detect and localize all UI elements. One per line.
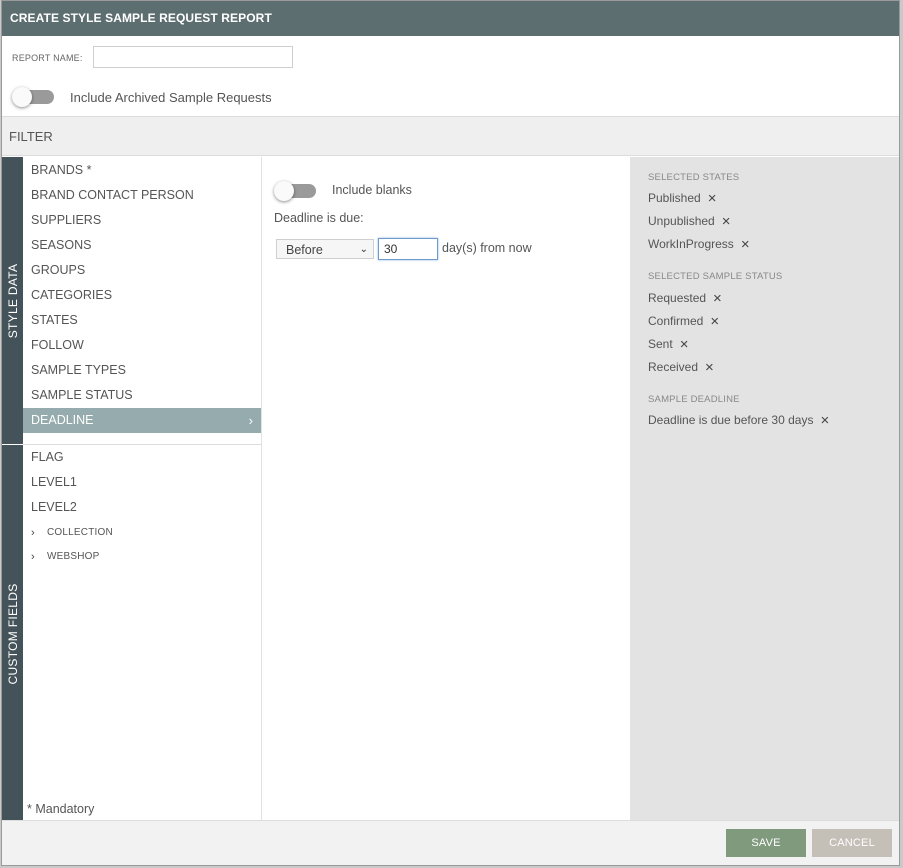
remove-icon[interactable]: × xyxy=(705,360,714,375)
chip-label: Unpublished xyxy=(648,214,715,228)
nav-group-webshop[interactable]: › WEBSHOP xyxy=(23,546,261,568)
mandatory-note: * Mandatory xyxy=(27,802,95,816)
nav-group-webshop-label: WEBSHOP xyxy=(47,551,100,562)
sample-deadline-heading: SAMPLE DEADLINE xyxy=(648,394,740,405)
selected-state-chip: Unpublished × xyxy=(648,214,731,229)
deadline-panel: Include blanks Deadline is due: Before ⌄… xyxy=(262,157,630,823)
nav-item-follow[interactable]: FOLLOW xyxy=(23,333,261,358)
deadline-direction-select[interactable]: Before ⌄ xyxy=(276,239,374,259)
save-button[interactable]: SAVE xyxy=(726,829,806,857)
selected-states-heading: SELECTED STATES xyxy=(648,172,740,183)
nav-item-categories[interactable]: CATEGORIES xyxy=(23,283,261,308)
nav-item-brand-contact-person[interactable]: BRAND CONTACT PERSON xyxy=(23,183,261,208)
report-name-input[interactable] xyxy=(93,46,293,68)
nav-item-groups[interactable]: GROUPS xyxy=(23,258,261,283)
nav-item-deadline-label: DEADLINE xyxy=(31,413,94,427)
nav-item-deadline[interactable]: DEADLINE › xyxy=(23,408,261,433)
chip-label: Received xyxy=(648,360,699,374)
selected-status-chip: Received × xyxy=(648,360,714,375)
chip-label: Sent xyxy=(648,337,673,351)
chevron-right-icon: › xyxy=(31,527,35,539)
tab-style-data[interactable]: STYLE DATA xyxy=(2,157,23,444)
selected-status-chip: Sent × xyxy=(648,337,689,352)
cancel-button[interactable]: CANCEL xyxy=(812,829,892,857)
deadline-days-input[interactable]: 30 xyxy=(378,238,438,260)
chip-label: Deadline is due before 30 days xyxy=(648,413,814,427)
include-archived-label: Include Archived Sample Requests xyxy=(70,90,272,105)
tab-custom-fields[interactable]: CUSTOM FIELDS xyxy=(2,445,23,823)
selected-state-chip: Published × xyxy=(648,191,717,206)
remove-icon[interactable]: × xyxy=(710,314,719,329)
remove-icon[interactable]: × xyxy=(708,191,717,206)
tab-custom-fields-label: CUSTOM FIELDS xyxy=(5,583,20,685)
deadline-due-label: Deadline is due: xyxy=(274,211,364,225)
dialog-title: CREATE STYLE SAMPLE REQUEST REPORT xyxy=(2,1,899,36)
toggle-knob xyxy=(12,87,32,107)
selected-sample-status-heading: SELECTED SAMPLE STATUS xyxy=(648,271,783,282)
include-blanks-label: Include blanks xyxy=(332,183,412,197)
include-archived-toggle[interactable] xyxy=(12,87,54,107)
deadline-summary-chip: Deadline is due before 30 days × xyxy=(648,413,829,428)
create-report-dialog: CREATE STYLE SAMPLE REQUEST REPORT REPOR… xyxy=(1,0,900,866)
nav-item-level2[interactable]: LEVEL2 xyxy=(23,495,261,520)
nav-group-collection[interactable]: › COLLECTION xyxy=(23,522,261,544)
nav-group-collection-label: COLLECTION xyxy=(47,527,113,538)
chip-label: WorkInProgress xyxy=(648,237,734,251)
selected-state-chip: WorkInProgress × xyxy=(648,237,750,252)
nav-item-flag[interactable]: FLAG xyxy=(23,445,261,470)
nav-item-sample-types[interactable]: SAMPLE TYPES xyxy=(23,358,261,383)
deadline-direction-value: Before xyxy=(286,243,323,257)
remove-icon[interactable]: × xyxy=(680,337,689,352)
remove-icon[interactable]: × xyxy=(722,214,731,229)
filter-header: FILTER xyxy=(2,116,899,156)
chevron-down-icon: ⌄ xyxy=(359,244,368,255)
nav-item-level1[interactable]: LEVEL1 xyxy=(23,470,261,495)
selected-status-chip: Confirmed × xyxy=(648,314,719,329)
nav-item-brands[interactable]: BRANDS * xyxy=(23,158,261,183)
tab-style-data-label: STYLE DATA xyxy=(5,263,20,338)
nav-item-states[interactable]: STATES xyxy=(23,308,261,333)
chevron-right-icon: › xyxy=(31,551,35,563)
chip-label: Published xyxy=(648,191,701,205)
chip-label: Confirmed xyxy=(648,314,704,328)
dialog-footer: SAVE CANCEL xyxy=(2,820,899,865)
chevron-right-icon: › xyxy=(248,413,253,428)
remove-icon[interactable]: × xyxy=(713,291,722,306)
nav-item-seasons[interactable]: SEASONS xyxy=(23,233,261,258)
toggle-knob xyxy=(274,181,294,201)
report-name-label: REPORT NAME: xyxy=(12,53,83,63)
remove-icon[interactable]: × xyxy=(820,413,829,428)
selected-status-chip: Requested × xyxy=(648,291,722,306)
nav-item-sample-status[interactable]: SAMPLE STATUS xyxy=(23,383,261,408)
days-from-now-label: day(s) from now xyxy=(442,241,532,255)
chip-label: Requested xyxy=(648,291,707,305)
selection-summary-panel: SELECTED STATES Published × Unpublished × … xyxy=(630,157,899,823)
include-blanks-toggle[interactable] xyxy=(274,181,316,201)
filter-category-list: BRANDS * BRAND CONTACT PERSON SUPPLIERS … xyxy=(23,157,262,823)
remove-icon[interactable]: × xyxy=(741,237,750,252)
nav-item-suppliers[interactable]: SUPPLIERS xyxy=(23,208,261,233)
